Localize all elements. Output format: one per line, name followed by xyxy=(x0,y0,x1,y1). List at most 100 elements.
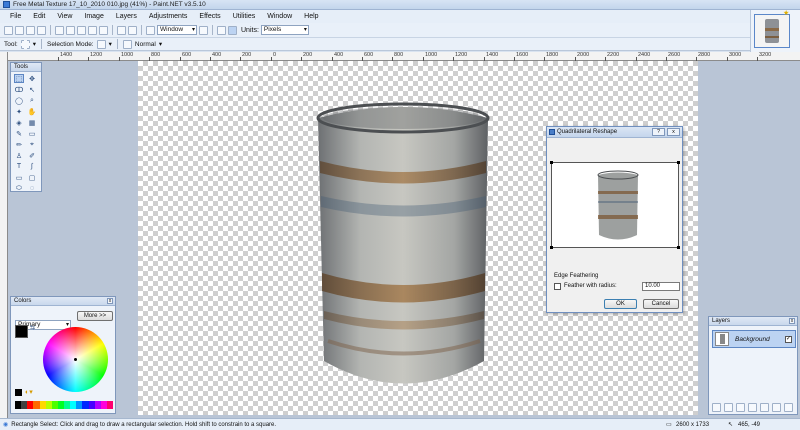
cancel-button[interactable]: Cancel xyxy=(643,299,679,309)
freeform-shape-icon[interactable]: ◌ xyxy=(27,184,37,193)
colors-panel: Colors x Primary More >> ⇆ ◐▾ xyxy=(10,296,116,414)
help-icon[interactable]: ? xyxy=(652,128,665,136)
swap-colors-icon[interactable]: ⇆ xyxy=(30,324,35,331)
menu-window[interactable]: Window xyxy=(261,13,298,20)
layer-properties-icon[interactable] xyxy=(784,403,793,412)
menu-help[interactable]: Help xyxy=(298,13,324,20)
selection-mode-label: Selection Mode: xyxy=(47,40,94,48)
blend-mode-select[interactable]: Normal xyxy=(135,41,156,48)
add-layer-icon[interactable] xyxy=(712,403,721,412)
delete-layer-icon[interactable] xyxy=(724,403,733,412)
clone-stamp-icon[interactable]: ♙ xyxy=(14,151,24,160)
layers-toolbar xyxy=(712,403,796,412)
zoom-tool-icon[interactable]: ⌕ xyxy=(27,96,37,105)
color-wheel[interactable] xyxy=(43,327,108,392)
paintbrush-icon[interactable]: ✎ xyxy=(14,129,24,138)
selection-mode-icon[interactable] xyxy=(96,39,106,49)
layer-name: Background xyxy=(735,335,770,343)
menu-utilities[interactable]: Utilities xyxy=(227,13,262,20)
zoom-in-icon[interactable] xyxy=(199,25,208,35)
move-selected-pixels-icon[interactable]: ✥ xyxy=(27,74,37,83)
close-icon[interactable]: x xyxy=(789,318,795,324)
move-layer-up-icon[interactable] xyxy=(760,403,769,412)
rounded-rectangle-icon[interactable]: ▢ xyxy=(27,173,37,182)
layer-row-background[interactable]: Background ✓ xyxy=(712,330,796,348)
menu-edit[interactable]: Edit xyxy=(27,13,51,20)
menu-effects[interactable]: Effects xyxy=(193,13,226,20)
status-message: Rectangle Select: Click and drag to draw… xyxy=(11,421,277,428)
palette-menu-icon[interactable]: ◐▾ xyxy=(25,388,33,396)
color-picker-icon[interactable]: ⌖ xyxy=(27,140,37,149)
recolor-icon[interactable]: ✐ xyxy=(27,151,37,160)
paint-bucket-icon[interactable]: ◈ xyxy=(14,118,24,127)
reshape-preview[interactable] xyxy=(550,161,680,249)
grid-icon[interactable] xyxy=(217,25,226,35)
move-layer-down-icon[interactable] xyxy=(772,403,781,412)
copy-icon[interactable] xyxy=(66,25,75,35)
corner-handle[interactable] xyxy=(677,246,680,249)
print-icon[interactable] xyxy=(37,25,46,35)
pan-icon[interactable]: ✋ xyxy=(27,107,37,116)
redo-icon[interactable] xyxy=(128,25,137,35)
close-icon[interactable]: x xyxy=(667,128,680,136)
more-colors-button[interactable]: More >> xyxy=(77,311,113,321)
menu-file[interactable]: File xyxy=(4,13,27,20)
menu-image[interactable]: Image xyxy=(78,13,109,20)
save-icon[interactable] xyxy=(26,25,35,35)
line-curve-icon[interactable]: ∫ xyxy=(27,162,37,171)
units-select[interactable]: Pixels xyxy=(260,25,309,35)
pencil-icon[interactable]: ✏ xyxy=(14,140,24,149)
toolbar-separator xyxy=(112,25,113,35)
corner-handle[interactable] xyxy=(677,161,680,164)
ruler-label: 0 xyxy=(273,52,277,58)
lasso-select-icon[interactable]: ↀ xyxy=(14,85,24,94)
chevron-down-icon[interactable]: ▾ xyxy=(33,40,36,48)
close-icon[interactable]: x xyxy=(107,298,113,304)
move-selection-icon[interactable]: ↖ xyxy=(27,85,37,94)
primary-color-swatch[interactable] xyxy=(15,325,28,338)
crop-icon[interactable] xyxy=(88,25,97,35)
menu-view[interactable]: View xyxy=(51,13,78,20)
menu-layers[interactable]: Layers xyxy=(110,13,143,20)
text-tool-icon[interactable]: T xyxy=(14,162,24,171)
duplicate-layer-icon[interactable] xyxy=(736,403,745,412)
menu-adjustments[interactable]: Adjustments xyxy=(143,13,194,20)
ellipse-shape-icon[interactable]: ⬭ xyxy=(14,184,24,193)
ruler-label: 2800 xyxy=(698,52,711,58)
image-thumbnail[interactable] xyxy=(754,14,790,48)
ruler-label: 2600 xyxy=(668,52,681,58)
open-file-icon[interactable] xyxy=(15,25,24,35)
chevron-down-icon[interactable]: ▾ xyxy=(159,40,162,48)
gradient-icon[interactable]: ▦ xyxy=(27,118,37,127)
ok-button[interactable]: OK xyxy=(604,299,637,309)
ruler-label: 400 xyxy=(212,52,222,58)
cut-icon[interactable] xyxy=(55,25,64,35)
paste-icon[interactable] xyxy=(77,25,86,35)
rectangle-select-icon[interactable]: ⬚ xyxy=(14,74,24,83)
zoom-select[interactable]: Window xyxy=(157,25,197,35)
tools-panel: Tools ⬚ ✥ ↀ ↖ ◯ ⌕ ✦ ✋ ◈ ▦ ✎ ▭ ✏ ⌖ ♙ ✐ T … xyxy=(10,62,42,192)
tool-picker-icon[interactable] xyxy=(20,39,30,49)
corner-handle[interactable] xyxy=(550,246,553,249)
color-wheel-cursor[interactable] xyxy=(74,358,77,361)
merge-layer-icon[interactable] xyxy=(748,403,757,412)
toolbar-separator xyxy=(41,39,42,49)
chevron-down-icon[interactable]: ▾ xyxy=(109,40,112,48)
magic-wand-icon[interactable]: ✦ xyxy=(14,107,24,116)
feather-radius-input[interactable]: 10.00 xyxy=(642,282,680,291)
rulers-icon[interactable] xyxy=(228,25,237,35)
palette-black-swatch[interactable] xyxy=(15,389,22,396)
cursor-coords: 465, -49 xyxy=(738,421,761,428)
color-palette[interactable] xyxy=(15,401,113,409)
layer-visibility-checkbox[interactable]: ✓ xyxy=(785,335,792,343)
colors-panel-title: Colors x xyxy=(11,297,115,306)
new-file-icon[interactable] xyxy=(4,25,13,35)
undo-icon[interactable] xyxy=(117,25,126,35)
ellipse-select-icon[interactable]: ◯ xyxy=(14,96,24,105)
deselect-icon[interactable] xyxy=(99,25,108,35)
eraser-icon[interactable]: ▭ xyxy=(27,129,37,138)
feather-radius-label: Feather with radius: xyxy=(564,283,617,289)
corner-handle[interactable] xyxy=(550,161,553,164)
rectangle-shape-icon[interactable]: ▭ xyxy=(14,173,24,182)
feather-checkbox[interactable] xyxy=(554,283,561,290)
